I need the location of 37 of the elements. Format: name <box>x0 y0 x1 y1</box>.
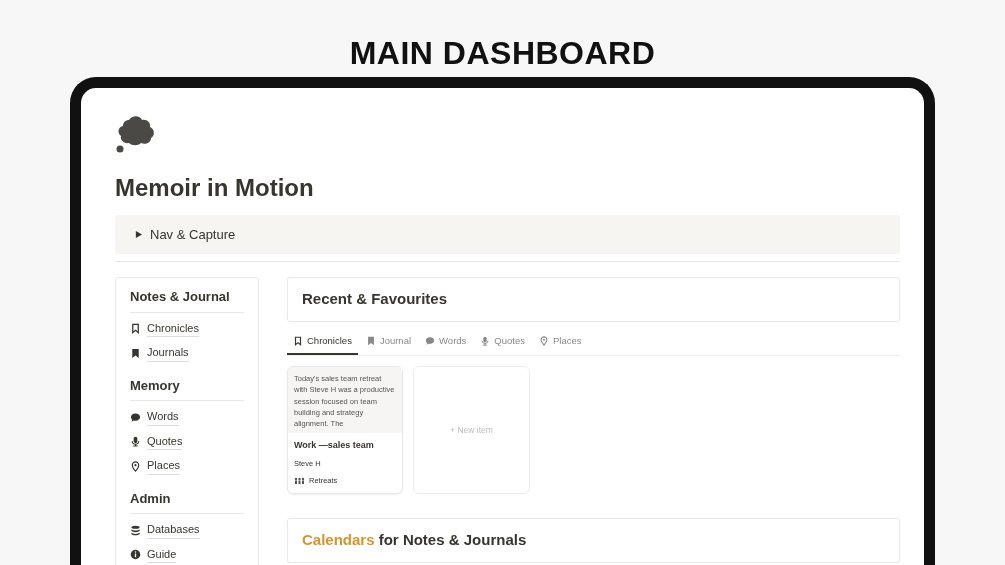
view-tab[interactable]: Journal <box>359 331 418 356</box>
page-title: Memoir in Motion <box>115 174 315 203</box>
section-heading: Memory <box>130 376 244 402</box>
microphone-icon <box>480 336 491 347</box>
microphone-icon <box>130 436 141 448</box>
speech-bubble-icon <box>130 411 141 423</box>
view-tab[interactable]: Places <box>533 331 588 356</box>
location-pin-icon <box>130 460 141 472</box>
people-icon <box>294 477 305 485</box>
section-heading: Admin <box>130 489 244 515</box>
bookmark-icon <box>130 347 141 359</box>
card-title: Work —sales team <box>293 439 375 453</box>
bookmark-icon <box>293 336 303 347</box>
bookmark-icon <box>130 323 141 335</box>
speech-bubble-icon <box>425 336 436 347</box>
sidebar-link[interactable]: Words <box>130 408 244 426</box>
sidebar-link[interactable]: Chronicles <box>130 320 244 338</box>
triangle-icon <box>135 231 142 239</box>
page-heading: MAIN DASHBOARD <box>348 36 657 72</box>
toggle-block[interactable]: Nav & Capture <box>115 215 900 255</box>
location-pin-icon <box>539 336 549 347</box>
sidebar-link[interactable]: Databases <box>130 521 244 539</box>
thought-cloud-icon <box>115 114 157 155</box>
sidebar-link[interactable]: Guide <box>130 546 244 564</box>
sidebar-link[interactable]: Journals <box>130 344 244 362</box>
database-icon <box>130 524 141 536</box>
bookmark-icon <box>365 336 376 347</box>
section-heading: Recent & Favourites <box>287 277 900 322</box>
view-tab[interactable]: Chronicles <box>287 331 358 356</box>
view-tab[interactable]: Quotes <box>474 331 531 356</box>
section-heading: Notes & Journal <box>130 287 244 313</box>
sidebar-link[interactable]: Quotes <box>130 433 244 451</box>
view-tab[interactable]: Words <box>419 331 473 356</box>
toggle-label: Nav & Capture <box>150 226 236 244</box>
info-icon <box>130 549 141 561</box>
sidebar-link[interactable]: Places <box>130 457 244 475</box>
section-heading: Calendars for Notes & Journals <box>287 518 900 563</box>
